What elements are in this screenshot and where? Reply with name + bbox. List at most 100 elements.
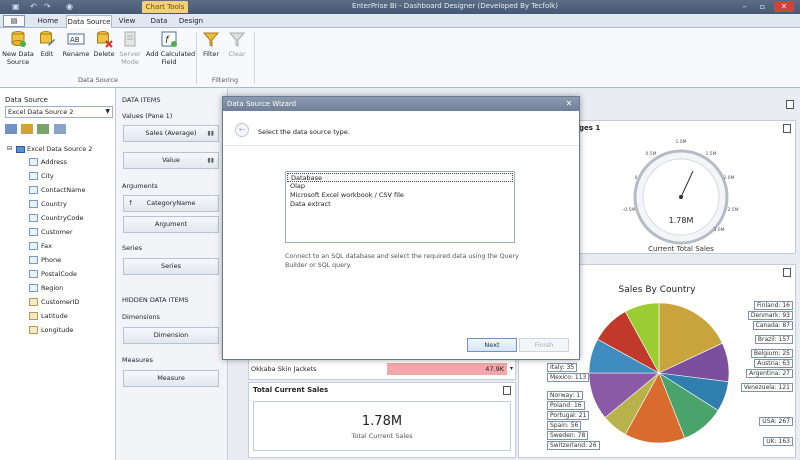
refresh-icon[interactable] [53, 124, 66, 134]
type-option-olap[interactable]: Olap [287, 182, 513, 191]
field-item[interactable]: CountryCode [5, 211, 92, 225]
tab-home[interactable]: Home [34, 15, 62, 28]
pie-legend-label: Poland: 16 [547, 401, 585, 410]
export-icon[interactable] [783, 124, 791, 133]
quick-access-icon[interactable]: ◉ [66, 2, 73, 11]
group-view-icon[interactable] [5, 124, 17, 134]
field-item[interactable]: PostalCode [5, 267, 92, 281]
back-arrow-icon[interactable]: ← [235, 123, 249, 137]
field-item-label: Latitude [41, 312, 68, 320]
export-icon[interactable] [783, 268, 791, 277]
server-icon [124, 31, 136, 47]
sort-icon[interactable] [21, 124, 34, 134]
next-button[interactable]: Next [467, 338, 517, 352]
clear-button[interactable]: Clear [226, 30, 248, 58]
rename-label: Rename [62, 50, 90, 58]
text-field-icon [29, 172, 38, 180]
tab-view[interactable]: View [114, 15, 140, 28]
text-field-icon [29, 186, 38, 194]
field-item[interactable]: Fax [5, 239, 92, 253]
ribbon: New Data Source Edit AB Rename Delete Se… [0, 28, 800, 88]
field-item-label: City [41, 172, 54, 180]
finish-button[interactable]: Finish [519, 338, 569, 352]
pie-legend-label: Venezuela: 121 [740, 383, 793, 392]
collapse-icon[interactable]: ⊟ [7, 143, 12, 155]
gauge-chart: 1.0M 0.5M 1.5M 0 2.0M -0.5M 2.5M 3.0M 1.… [623, 139, 739, 253]
measure-drop-target[interactable]: Measure [123, 370, 219, 387]
field-item[interactable]: Customer [5, 225, 92, 239]
pie-legend-label: Austria: 63 [754, 359, 793, 368]
total-sales-value: 1.78M [361, 414, 403, 429]
field-item[interactable]: Phone [5, 253, 92, 267]
tab-design[interactable]: Design [176, 15, 206, 28]
close-icon[interactable]: ✕ [563, 98, 575, 109]
dimension-drop-target[interactable]: Dimension [123, 327, 219, 344]
chevron-down-icon[interactable]: ▾ [510, 365, 513, 372]
field-item[interactable]: Region [5, 281, 92, 295]
grid-row-label: Okkaba Skin Jackets [251, 365, 317, 373]
add-field-icon[interactable] [37, 124, 50, 134]
argument-item[interactable]: ↑ CategoryName [123, 195, 219, 212]
edit-button[interactable]: Edit [36, 30, 58, 58]
new-data-source-button[interactable]: New Data Source [2, 30, 34, 66]
gauge-panel: ges 1 1.0M 0.5M 1.5M 0 2.0M -0.5M 2.5M 3… [574, 120, 796, 254]
pie-legend-label: Mexico: 113 [547, 373, 590, 382]
type-option-excel-csv[interactable]: Microsoft Excel workbook / CSV file [287, 191, 513, 200]
data-source-panel: Data Source Excel Data Source 2 ▼ ⊟ Exce… [0, 88, 116, 460]
pie-legend-label: Belgium: 25 [750, 349, 793, 358]
export-icon[interactable] [786, 100, 794, 109]
series-drop-label: Series [161, 262, 181, 270]
filter-button[interactable]: Filter [200, 30, 222, 58]
gauge-tick-label: 0.5M [645, 151, 656, 157]
app-menu-button[interactable]: ▤ [3, 15, 25, 27]
export-icon[interactable] [503, 386, 511, 395]
argument-item-label: CategoryName [146, 199, 196, 207]
close-icon[interactable]: ✕ [774, 1, 794, 12]
add-calculated-field-button[interactable]: f Add Calculated Field [146, 30, 195, 66]
undo-icon[interactable]: ↶ [30, 2, 37, 11]
tab-data-source[interactable]: Data Source [66, 15, 112, 28]
rename-button[interactable]: AB Rename [62, 30, 90, 58]
field-item[interactable]: ContactName [5, 183, 92, 197]
redo-icon[interactable]: ↷ [44, 2, 51, 11]
app-icon[interactable]: ▣ [12, 2, 20, 11]
hidden-data-items-header: HIDDEN DATA ITEMS [122, 296, 189, 304]
table-icon [16, 146, 25, 153]
field-item[interactable]: Country [5, 197, 92, 211]
tab-data[interactable]: Data [146, 15, 172, 28]
text-field-icon [29, 158, 38, 166]
filtering-group-label: Filtering [211, 76, 239, 84]
minimize-icon[interactable]: – [738, 1, 751, 12]
gauge-tick-label: 1.0M [675, 139, 686, 145]
pie-legend-label: Argentina: 27 [746, 369, 793, 378]
value-drop-target[interactable]: Value ▮▮ [123, 152, 219, 169]
field-item[interactable]: CustomerID [5, 295, 92, 309]
delete-button[interactable]: Delete [92, 30, 116, 58]
pie-legend-label: Italy: 35 [547, 363, 578, 372]
delete-icon [97, 31, 113, 48]
field-tree-root[interactable]: ⊟ Excel Data Source 2 [5, 143, 92, 155]
data-source-select[interactable]: Excel Data Source 2 ▼ [5, 106, 113, 118]
resize-grip-icon[interactable]: ⋰ [569, 349, 577, 357]
arguments-label: Arguments [122, 182, 158, 190]
series-drop-target[interactable]: Series [123, 258, 219, 275]
data-source-type-list[interactable]: Database Olap Microsoft Excel workbook /… [285, 171, 515, 243]
data-items-panel: DATA ITEMS Values (Pane 1) Sales (Averag… [116, 88, 228, 460]
field-item[interactable]: City [5, 169, 92, 183]
argument-drop-target[interactable]: Argument [123, 216, 219, 233]
bar-chart-icon: ▮▮ [207, 130, 214, 137]
maximize-icon[interactable]: ▫ [756, 1, 769, 12]
field-item[interactable]: Latitude [5, 309, 92, 323]
server-mode-button[interactable]: Server Mode [118, 30, 142, 66]
gauge-tick-label: 3.0M [713, 227, 724, 233]
field-item-label: Region [41, 284, 64, 292]
field-item[interactable]: Longitude [5, 323, 92, 337]
field-item-label: CustomerID [41, 298, 80, 306]
dimensions-label: Dimensions [122, 313, 160, 321]
type-option-database[interactable]: Database [287, 173, 513, 182]
gauge-panel-title: ges 1 [579, 124, 601, 132]
type-option-data-extract[interactable]: Data extract [287, 200, 513, 209]
wizard-divider [223, 145, 579, 146]
field-item[interactable]: Address [5, 155, 92, 169]
values-item[interactable]: Sales (Average) ▮▮ [123, 125, 219, 142]
